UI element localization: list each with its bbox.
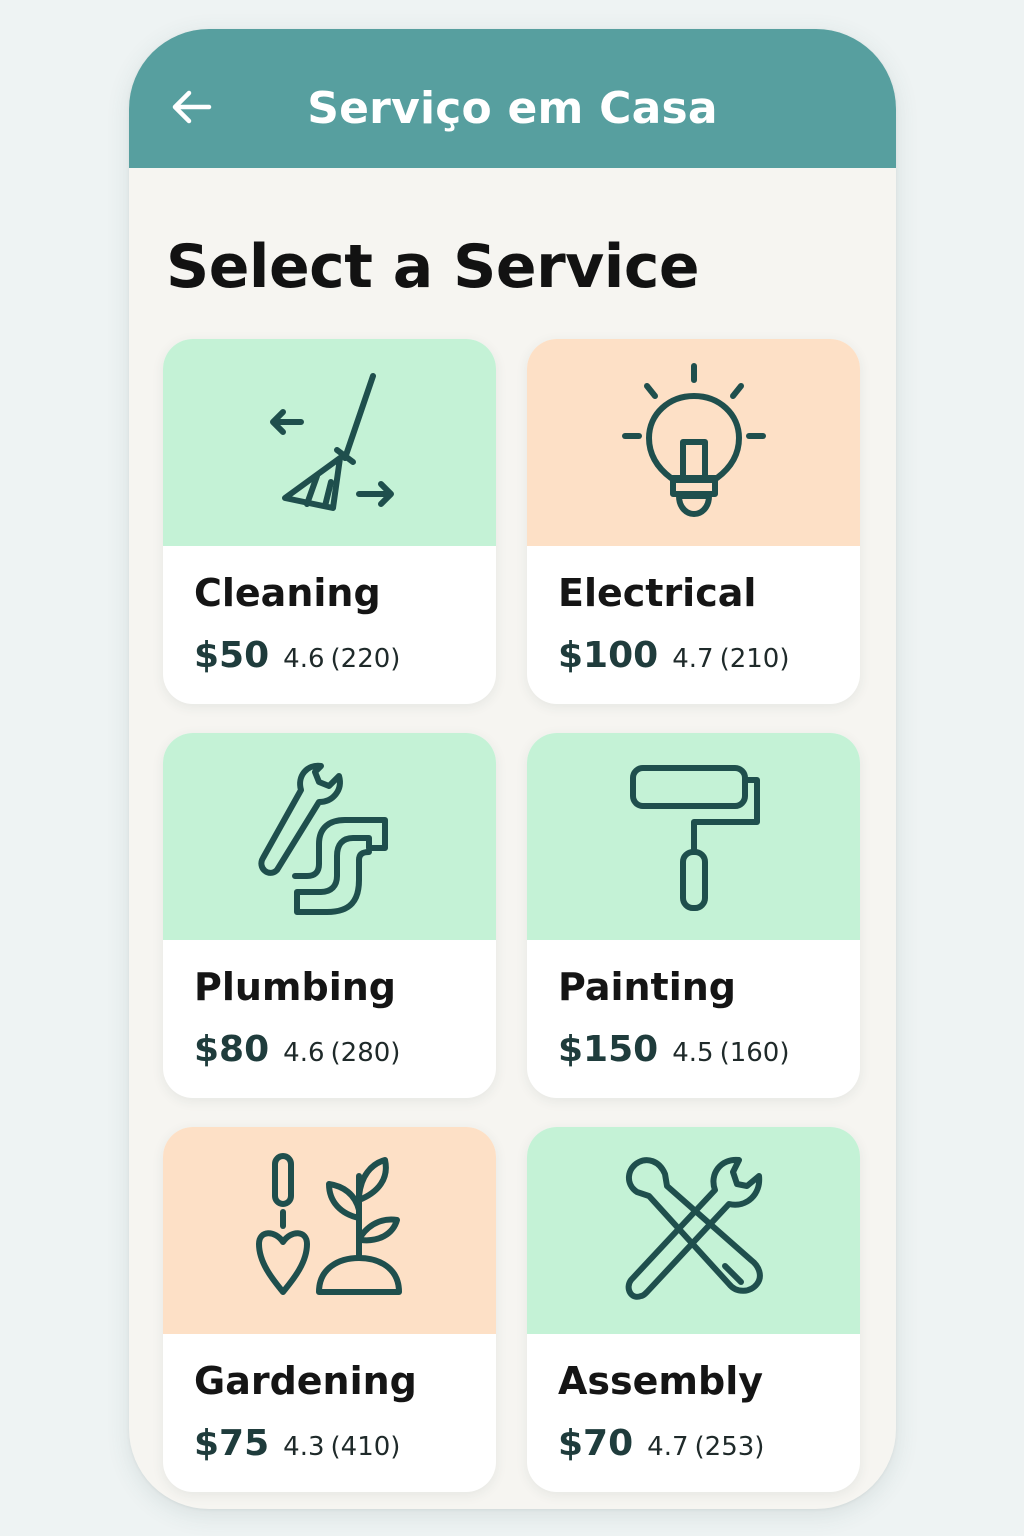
- service-icon-tile: [163, 1127, 496, 1334]
- service-icon-tile: [527, 1127, 860, 1334]
- service-name: Gardening: [194, 1359, 417, 1403]
- service-name: Electrical: [558, 571, 757, 615]
- phone-screen: Serviço em Casa Select a Service Cleanin…: [129, 29, 896, 1509]
- service-review-count: (210): [719, 644, 790, 674]
- service-review-count: (220): [330, 644, 401, 674]
- service-card-cleaning[interactable]: Cleaning $50 4.6 (220): [163, 339, 496, 704]
- service-rating: 4.7: [672, 644, 714, 674]
- service-meta: $75 4.3 (410): [194, 1421, 400, 1473]
- service-rating: 4.5: [672, 1038, 714, 1068]
- service-price: $80: [194, 1029, 270, 1070]
- service-name: Painting: [558, 965, 736, 1009]
- service-meta: $100 4.7 (210): [558, 633, 789, 685]
- trowel-plant-icon: [255, 1152, 402, 1295]
- service-price: $50: [194, 635, 270, 676]
- service-review-count: (410): [330, 1432, 401, 1462]
- service-name: Cleaning: [194, 571, 381, 615]
- service-icon-tile: [163, 339, 496, 546]
- service-rating: 4.7: [647, 1432, 689, 1462]
- service-review-count: (253): [694, 1432, 765, 1462]
- service-rating: 4.6: [283, 644, 325, 674]
- service-meta: $70 4.7 (253): [558, 1421, 764, 1473]
- service-card-gardening[interactable]: Gardening $75 4.3 (410): [163, 1127, 496, 1492]
- service-meta: $50 4.6 (220): [194, 633, 400, 685]
- service-review-count: (280): [330, 1038, 401, 1068]
- service-icon-tile: [527, 733, 860, 940]
- app-bar: Serviço em Casa: [129, 29, 896, 168]
- service-icon-tile: [527, 339, 860, 546]
- app-title: Serviço em Casa: [307, 83, 718, 134]
- service-card-plumbing[interactable]: Plumbing $80 4.6 (280): [163, 733, 496, 1098]
- service-card-painting[interactable]: Painting $150 4.5 (160): [527, 733, 860, 1098]
- service-rating: 4.6: [283, 1038, 325, 1068]
- service-icon-tile: [163, 733, 496, 940]
- tools-icon: [625, 1156, 763, 1300]
- wrench-pipe-icon: [258, 762, 388, 915]
- service-price: $100: [558, 635, 659, 676]
- service-name: Assembly: [558, 1359, 764, 1403]
- service-rating: 4.3: [283, 1432, 325, 1462]
- page-title: Select a Service: [166, 232, 700, 302]
- service-price: $75: [194, 1423, 270, 1464]
- service-price: $70: [558, 1423, 634, 1464]
- service-card-assembly[interactable]: Assembly $70 4.7 (253): [527, 1127, 860, 1492]
- paint-roller-icon: [629, 764, 760, 911]
- lightbulb-icon: [621, 362, 766, 517]
- broom-icon: [269, 372, 394, 511]
- service-name: Plumbing: [194, 965, 397, 1009]
- service-meta: $150 4.5 (160): [558, 1027, 789, 1079]
- service-card-electrical[interactable]: Electrical $100 4.7 (210): [527, 339, 860, 704]
- service-review-count: (160): [719, 1038, 790, 1068]
- service-price: $150: [558, 1029, 659, 1070]
- service-meta: $80 4.6 (280): [194, 1027, 400, 1079]
